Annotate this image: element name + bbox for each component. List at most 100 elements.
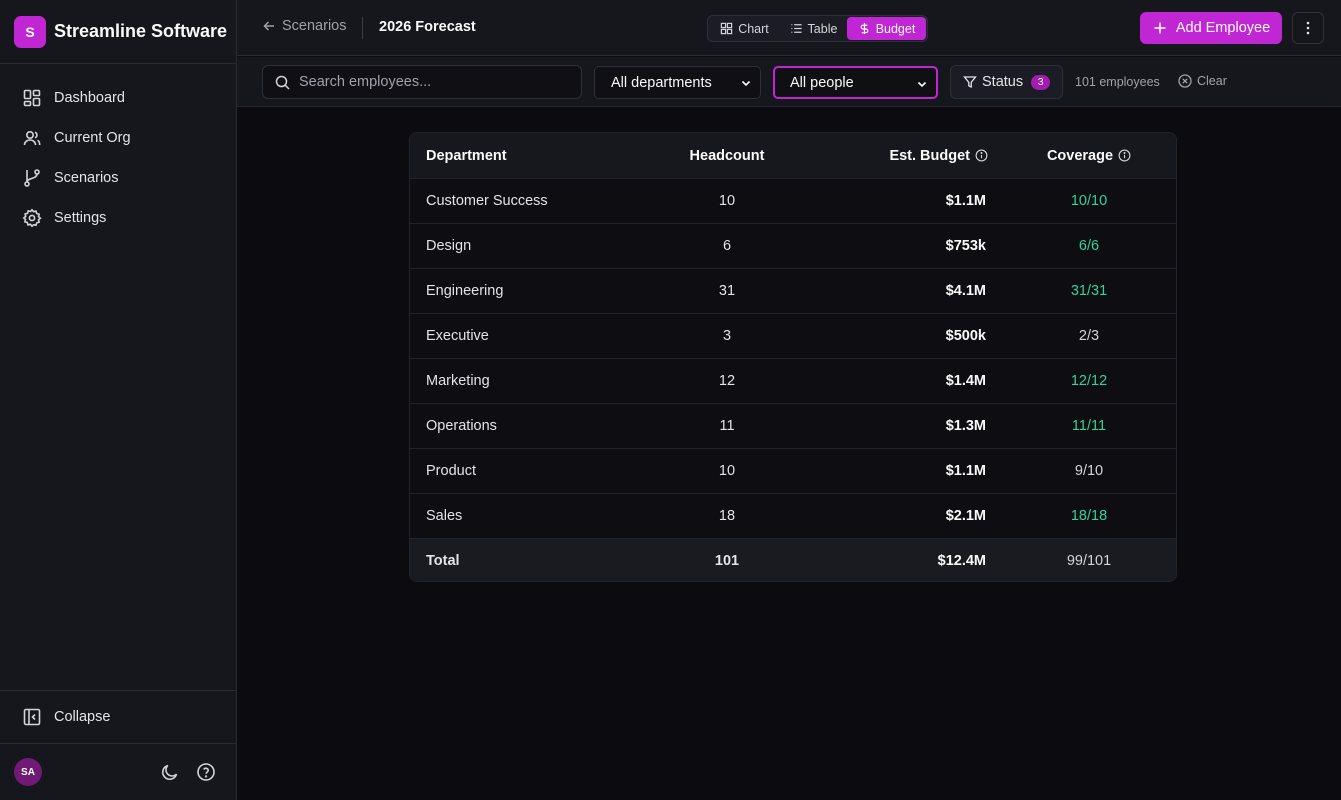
column-header-headcount[interactable]: Headcount xyxy=(680,133,774,178)
total-coverage: 99/101 xyxy=(1066,553,1112,569)
coverage-header-label: Coverage xyxy=(1046,147,1114,164)
collapse-label: Collapse xyxy=(54,709,111,725)
table-row[interactable]: Sales 18 $2.1M 18/18 xyxy=(410,494,1176,539)
coverage-cell: 12/12 xyxy=(1070,373,1108,389)
department-cell: Operations xyxy=(426,418,497,434)
arrow-left-icon xyxy=(263,21,274,31)
plus-icon xyxy=(1154,22,1166,34)
status-filter-button[interactable]: Status 3 xyxy=(950,65,1063,99)
sidebar-item-label: Current Org xyxy=(54,130,131,146)
department-cell: Design xyxy=(426,238,472,254)
topbar: Scenarios 2026 Forecast Chart Table Budg… xyxy=(237,0,1341,56)
filter-bar: All departments All people Status 3 101 … xyxy=(237,57,1341,107)
tab-label: Chart xyxy=(738,21,769,36)
people-select[interactable]: All people xyxy=(773,66,938,99)
department-select-value: All departments xyxy=(611,74,712,91)
sidebar-item-current-org[interactable]: Current Org xyxy=(0,118,236,158)
brand-logo: S xyxy=(14,15,46,48)
coverage-cell: 11/11 xyxy=(1071,418,1107,434)
filter-icon xyxy=(963,76,977,89)
sidebar-item-label: Dashboard xyxy=(54,90,125,106)
tab-budget[interactable]: Budget xyxy=(847,17,926,40)
info-icon[interactable] xyxy=(975,149,988,162)
status-filter-label: Status xyxy=(982,74,1024,90)
grid-icon xyxy=(720,22,733,35)
add-employee-label: Add Employee xyxy=(1175,20,1271,36)
tab-label: Budget xyxy=(875,21,916,36)
sidebar-item-scenarios[interactable]: Scenarios xyxy=(0,158,236,198)
info-icon[interactable] xyxy=(1118,149,1131,162)
table-row[interactable]: Operations 11 $1.3M 11/11 xyxy=(410,404,1176,449)
avatar[interactable]: SA xyxy=(14,758,42,786)
headcount-cell: 11 xyxy=(719,418,735,434)
gear-icon xyxy=(22,208,42,228)
department-cell: Sales xyxy=(426,508,463,524)
coverage-cell: 2/3 xyxy=(1078,328,1100,344)
list-icon xyxy=(790,24,802,33)
breadcrumb-divider xyxy=(362,17,363,39)
department-cell: Customer Success xyxy=(426,193,548,209)
table-row[interactable]: Design 6 $753k 6/6 xyxy=(410,224,1176,269)
column-header-coverage[interactable]: Coverage xyxy=(1030,133,1148,178)
sidebar-item-label: Scenarios xyxy=(54,170,119,186)
employee-count: 101 employees xyxy=(1075,75,1160,89)
back-to-scenarios-link[interactable]: Scenarios xyxy=(262,18,346,34)
chevron-down-icon xyxy=(917,81,927,88)
page-title: 2026 Forecast xyxy=(379,19,476,35)
headcount-cell: 10 xyxy=(718,463,736,479)
total-label: Total xyxy=(426,553,460,569)
git-branch-icon xyxy=(24,169,40,187)
coverage-cell: 10/10 xyxy=(1070,193,1108,209)
add-employee-button[interactable]: Add Employee xyxy=(1140,12,1282,44)
table-row[interactable]: Executive 3 $500k 2/3 xyxy=(410,314,1176,359)
more-options-button[interactable] xyxy=(1292,12,1324,44)
tab-chart[interactable]: Chart xyxy=(709,17,780,40)
column-header-budget[interactable]: Est. Budget xyxy=(870,133,988,178)
people-select-value: All people xyxy=(790,74,854,91)
chevron-down-icon xyxy=(741,80,751,87)
table-row[interactable]: Customer Success 10 $1.1M 10/10 xyxy=(410,179,1176,224)
table-row[interactable]: Marketing 12 $1.4M 12/12 xyxy=(410,359,1176,404)
table-row[interactable]: Product 10 $1.1M 9/10 xyxy=(410,449,1176,494)
budget-cell: $1.1M xyxy=(945,463,986,479)
budget-cell: $1.3M xyxy=(945,418,986,434)
budget-cell: $2.1M xyxy=(945,508,986,524)
collapse-button[interactable]: Collapse xyxy=(0,690,236,743)
moon-icon[interactable] xyxy=(160,762,180,782)
sidebar-item-dashboard[interactable]: Dashboard xyxy=(0,78,236,118)
clear-filters-button[interactable]: Clear xyxy=(1178,74,1227,88)
headcount-cell: 31 xyxy=(718,283,736,299)
department-cell: Product xyxy=(426,463,476,479)
total-headcount: 101 xyxy=(714,553,740,569)
tab-table[interactable]: Table xyxy=(780,17,847,40)
department-cell: Engineering xyxy=(426,283,504,299)
sidebar-item-label: Settings xyxy=(54,210,107,226)
dollar-icon xyxy=(860,22,869,35)
user-row: SA xyxy=(0,743,236,800)
column-header-department[interactable]: Department xyxy=(426,133,507,178)
close-circle-icon xyxy=(1178,74,1192,88)
view-toggle: Chart Table Budget xyxy=(707,15,928,42)
coverage-cell: 9/10 xyxy=(1074,463,1104,479)
status-badge: 3 xyxy=(1031,74,1051,90)
more-vertical-icon xyxy=(1306,21,1310,35)
department-select[interactable]: All departments xyxy=(594,66,761,99)
tab-label: Table xyxy=(807,21,838,36)
search-input[interactable] xyxy=(299,74,569,90)
sidebar-item-settings[interactable]: Settings xyxy=(0,198,236,238)
dashboard-icon xyxy=(23,89,41,107)
budget-cell: $4.1M xyxy=(945,283,986,299)
brand[interactable]: S Streamline Software xyxy=(0,0,236,64)
budget-cell: $1.1M xyxy=(945,193,986,209)
sidebar-footer: Collapse SA xyxy=(0,690,236,800)
budget-cell: $753k xyxy=(945,238,986,254)
coverage-cell: 6/6 xyxy=(1078,238,1100,254)
table-row[interactable]: Engineering 31 $4.1M 31/31 xyxy=(410,269,1176,314)
clear-label: Clear xyxy=(1197,74,1227,88)
brand-name: Streamline Software xyxy=(54,21,228,41)
headcount-cell: 18 xyxy=(718,508,736,524)
headcount-cell: 6 xyxy=(722,238,732,254)
table-header-row: Department Headcount Est. Budget Coverag… xyxy=(410,133,1176,179)
help-icon[interactable] xyxy=(196,762,216,782)
budget-cell: $500k xyxy=(945,328,986,344)
